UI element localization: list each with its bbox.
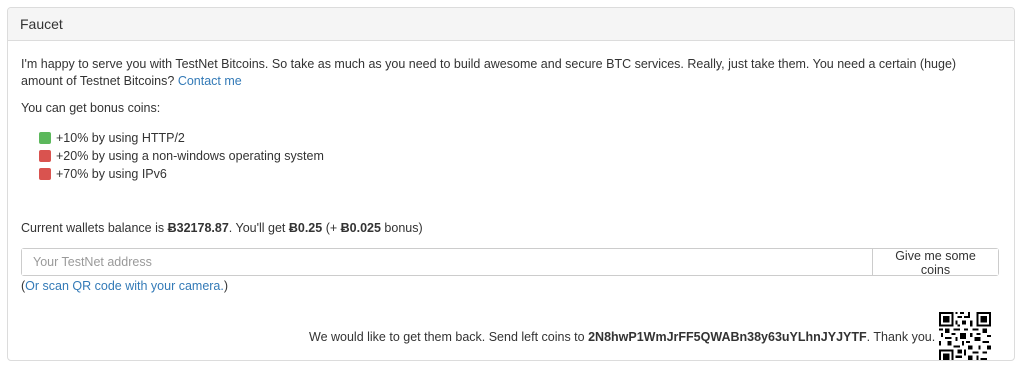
contact-link[interactable]: Contact me <box>178 74 242 88</box>
return-prefix: We would like to get them back. Send lef… <box>309 330 589 344</box>
bonus-item-http2: +10% by using HTTP/2 <box>39 129 324 147</box>
intro-text: I'm happy to serve you with TestNet Bitc… <box>21 57 957 88</box>
balance-prefix: Current wallets balance is <box>21 221 168 235</box>
balance-line: Current wallets balance is Ƀ32178.87. Yo… <box>21 221 423 235</box>
wallet-balance: Ƀ32178.87 <box>167 221 229 235</box>
testnet-address-input[interactable] <box>22 249 872 275</box>
payout-amount: Ƀ0.25 <box>288 221 323 235</box>
status-indicator-icon <box>39 132 51 144</box>
faucet-panel: Faucet I'm happy to serve you with TestN… <box>7 7 1015 361</box>
return-address: 2N8hwP1WmJrFF5QWABn38y63uYLhnJYJYTF <box>588 330 867 344</box>
status-indicator-icon <box>39 168 51 180</box>
bonus-item-ipv6: +70% by using IPv6 <box>39 165 324 183</box>
qr-code-icon <box>939 312 991 360</box>
bonus-item-os: +20% by using a non-windows operating sy… <box>39 147 324 165</box>
give-coins-button[interactable]: Give me some coins <box>872 249 998 277</box>
bonus-open: (+ <box>322 221 341 235</box>
return-coins-line: We would like to get them back. Send lef… <box>309 330 935 344</box>
intro-paragraph: I'm happy to serve you with TestNet Bitc… <box>21 56 1001 90</box>
bonus-item-label: +10% by using HTTP/2 <box>56 131 185 145</box>
bonus-label: You can get bonus coins: <box>21 101 161 115</box>
bonus-item-label: +20% by using a non-windows operating sy… <box>56 149 324 163</box>
panel-title: Faucet <box>8 8 1014 41</box>
status-indicator-icon <box>39 150 51 162</box>
bonus-list: +10% by using HTTP/2 +20% by using a non… <box>39 129 324 183</box>
bonus-item-label: +70% by using IPv6 <box>56 167 167 181</box>
address-input-group: Give me some coins <box>21 248 999 277</box>
return-suffix: . Thank you. <box>866 330 936 344</box>
bonus-close: bonus) <box>380 221 423 235</box>
bonus-amount: Ƀ0.025 <box>340 221 381 235</box>
scan-qr-link[interactable]: Or scan QR code with your camera. <box>25 279 224 293</box>
scan-qr-line: (Or scan QR code with your camera.) <box>21 279 228 293</box>
balance-middle: . You'll get <box>228 221 289 235</box>
scan-close-paren: ) <box>223 279 229 293</box>
